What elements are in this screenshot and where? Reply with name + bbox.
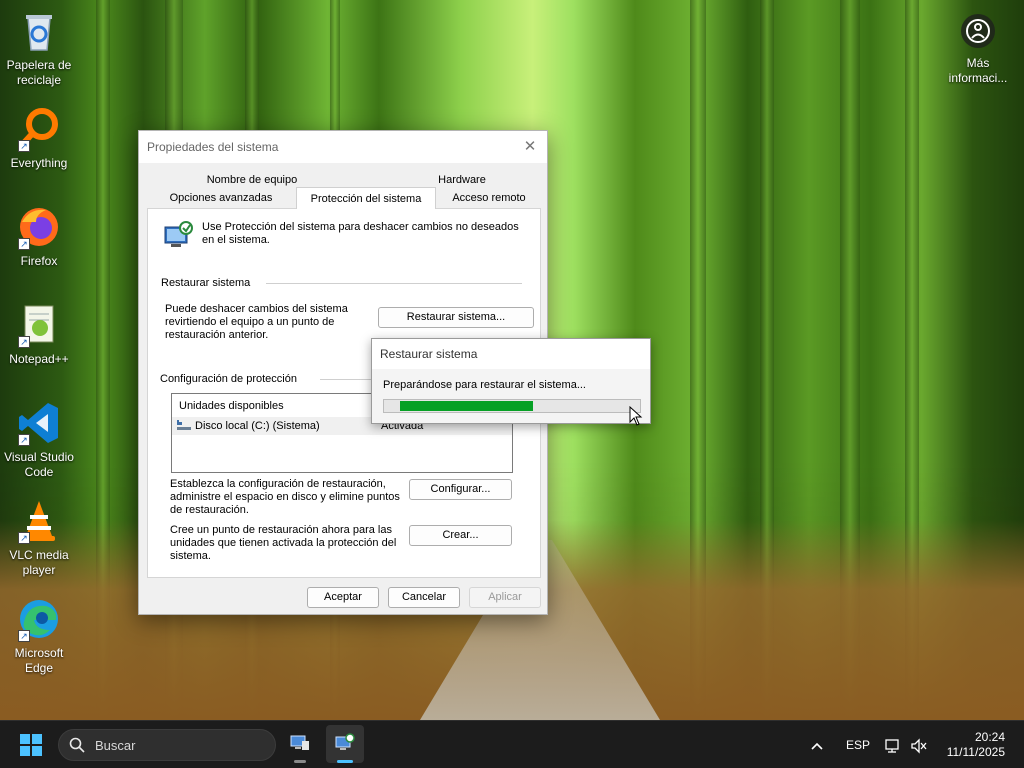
system-properties-icon bbox=[290, 733, 310, 756]
desktop-icon-label: Visual Studio Code bbox=[4, 450, 74, 479]
dialog-title: Restaurar sistema bbox=[372, 339, 650, 369]
system-clock[interactable]: 20:24 11/11/2025 bbox=[947, 730, 1005, 760]
windows-start-icon[interactable] bbox=[20, 734, 42, 756]
window-title: Propiedades del sistema bbox=[147, 140, 279, 154]
desktop-icon-recycle-bin[interactable]: Papelera de reciclaje bbox=[2, 8, 76, 88]
configure-description: Establezca la configuración de restaurac… bbox=[170, 478, 400, 516]
close-icon[interactable]: ✕ bbox=[517, 134, 543, 160]
tab-system-protection[interactable]: Protección del sistema bbox=[296, 187, 436, 209]
tab-strip: Nombre de equipo Hardware Opciones avanz… bbox=[147, 167, 541, 209]
shortcut-arrow-icon: ↗ bbox=[18, 336, 30, 348]
mouse-cursor-icon bbox=[629, 405, 643, 429]
restore-system-button[interactable]: Restaurar sistema... bbox=[378, 307, 534, 328]
vlc-icon: ↗ bbox=[16, 498, 62, 544]
taskbar: Buscar ESP 20:24 11/11/2025 bbox=[0, 720, 1024, 768]
running-indicator bbox=[294, 760, 306, 763]
recycle-bin-icon bbox=[16, 8, 62, 54]
notepadpp-icon: ↗ bbox=[16, 302, 62, 348]
clock-date: 11/11/2025 bbox=[946, 745, 1005, 759]
info-circle-icon bbox=[961, 14, 995, 48]
restore-description: Puede deshacer cambios del sistema revir… bbox=[165, 303, 348, 341]
restore-group-title: Restaurar sistema bbox=[161, 277, 251, 289]
system-restore-icon bbox=[335, 733, 355, 756]
cancel-button[interactable]: Cancelar bbox=[388, 587, 460, 608]
taskbar-search-box[interactable]: Buscar bbox=[58, 729, 276, 761]
edge-icon: ↗ bbox=[16, 596, 62, 642]
language-indicator[interactable]: ESP bbox=[846, 721, 870, 768]
taskbar-app-system-properties[interactable] bbox=[281, 725, 319, 763]
shortcut-arrow-icon: ↗ bbox=[18, 434, 30, 446]
group-divider bbox=[266, 283, 522, 284]
progress-message: Preparándose para restaurar el sistema..… bbox=[383, 379, 586, 391]
clock-time: 20:24 bbox=[974, 730, 1005, 744]
apply-button[interactable]: Aplicar bbox=[469, 587, 541, 608]
create-description: Cree un punto de restauración ahora para… bbox=[170, 524, 397, 562]
network-icon[interactable] bbox=[885, 721, 901, 768]
taskbar-app-system-restore[interactable] bbox=[326, 725, 364, 763]
column-drives: Unidades disponibles bbox=[179, 400, 284, 412]
protection-group-title: Configuración de protección bbox=[160, 373, 297, 385]
hard-drive-icon bbox=[177, 420, 191, 431]
tab-advanced[interactable]: Opciones avanzadas bbox=[151, 189, 291, 207]
drive-name: Disco local (C:) (Sistema) bbox=[195, 420, 320, 432]
desktop-icon-label: Papelera de reciclaje bbox=[6, 58, 72, 87]
intro-text: Use Protección del sistema para deshacer… bbox=[202, 221, 519, 246]
progress-fill bbox=[400, 401, 533, 411]
restore-progress-dialog: Restaurar sistema Preparándose para rest… bbox=[371, 338, 651, 424]
chevron-up-icon[interactable] bbox=[810, 721, 824, 768]
tab-remote[interactable]: Acceso remoto bbox=[441, 189, 537, 207]
desktop-icon-label: Firefox bbox=[20, 254, 58, 268]
create-button[interactable]: Crear... bbox=[409, 525, 512, 546]
ok-button[interactable]: Aceptar bbox=[307, 587, 379, 608]
active-indicator bbox=[337, 760, 353, 763]
desktop-icon-label: Microsoft Edge bbox=[14, 646, 64, 675]
desktop-icon-edge[interactable]: ↗ Microsoft Edge bbox=[2, 596, 76, 676]
shortcut-arrow-icon: ↗ bbox=[18, 140, 30, 152]
desktop-icon-label: Notepad++ bbox=[9, 352, 69, 366]
shortcut-arrow-icon: ↗ bbox=[18, 238, 30, 250]
search-placeholder: Buscar bbox=[95, 738, 136, 753]
desktop-icon-label: VLC media player bbox=[9, 548, 69, 577]
progress-bar bbox=[383, 399, 641, 413]
desktop-more-info[interactable]: Más informaci... bbox=[940, 10, 1016, 86]
title-bar[interactable]: Propiedades del sistema ✕ bbox=[139, 131, 547, 163]
everything-search-icon: ↗ bbox=[16, 106, 62, 152]
shortcut-arrow-icon: ↗ bbox=[18, 630, 30, 642]
desktop-icon-vscode[interactable]: ↗ Visual Studio Code bbox=[2, 400, 76, 480]
configure-button[interactable]: Configurar... bbox=[409, 479, 512, 500]
search-icon bbox=[69, 737, 85, 756]
system-protection-icon bbox=[162, 219, 194, 251]
more-info-label: Más informaci... bbox=[948, 56, 1008, 85]
vscode-icon: ↗ bbox=[16, 400, 62, 446]
desktop-icon-vlc[interactable]: ↗ VLC media player bbox=[2, 498, 76, 578]
shortcut-arrow-icon: ↗ bbox=[18, 532, 30, 544]
desktop-icon-notepadpp[interactable]: ↗ Notepad++ bbox=[2, 302, 76, 367]
desktop-icon-firefox[interactable]: ↗ Firefox bbox=[2, 204, 76, 269]
firefox-icon: ↗ bbox=[16, 204, 62, 250]
volume-muted-icon[interactable] bbox=[910, 721, 928, 768]
desktop-icon-everything[interactable]: ↗ Everything bbox=[2, 106, 76, 171]
desktop-icon-label: Everything bbox=[10, 156, 68, 170]
